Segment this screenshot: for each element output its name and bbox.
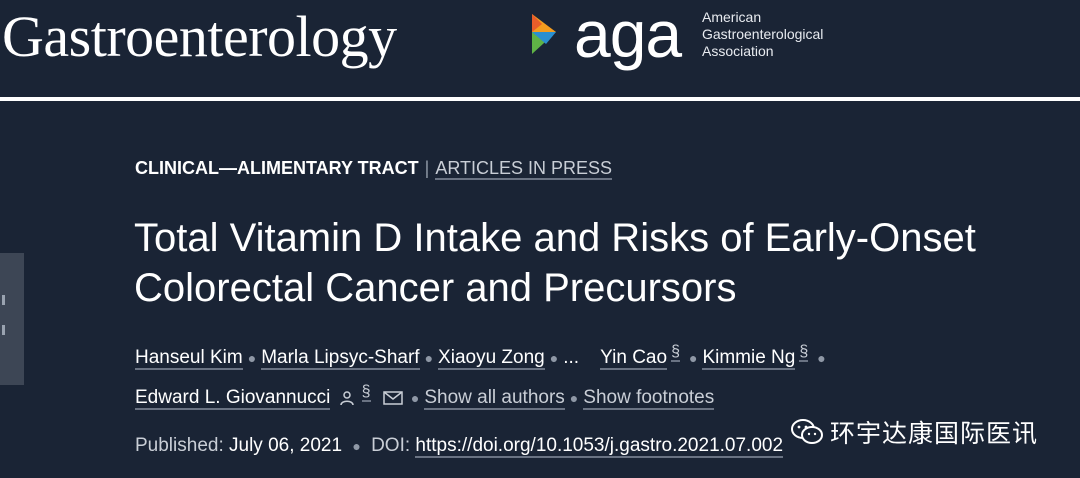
title-line: Total Vitamin D Intake and Risks of Earl… [134, 216, 976, 260]
footnote-marker[interactable]: § [361, 382, 371, 402]
journal-header: Gastroenterology aga American Gastroente… [0, 0, 1080, 97]
category-separator: | [424, 158, 430, 178]
title-line: Colorectal Cancer and Precursors [134, 266, 737, 310]
author-link[interactable]: Marla Lipsyc-Sharf [261, 347, 420, 370]
authors-ellipsis: ... [563, 347, 580, 368]
author-link[interactable]: Kimmie Ng [702, 347, 796, 370]
aga-name-line: Association [702, 43, 774, 59]
aga-wordmark[interactable]: aga [574, 0, 682, 74]
article-title: Total Vitamin D Intake and Risks of Earl… [134, 213, 1074, 313]
separator-dot: ● [410, 390, 420, 406]
show-footnotes-link[interactable]: Show footnotes [583, 387, 715, 410]
author-link[interactable]: Yin Cao [600, 347, 668, 370]
aga-name-line: Gastroenterological [702, 26, 824, 42]
separator-dot: ● [352, 438, 361, 454]
articles-in-press-link[interactable]: ARTICLES IN PRESS [435, 158, 613, 180]
published-label: Published: [135, 435, 224, 456]
show-all-authors-link[interactable]: Show all authors [424, 387, 565, 410]
email-icon[interactable] [383, 391, 403, 405]
aga-full-name: American Gastroenterological Association [702, 9, 823, 60]
article-category: CLINICAL—ALIMENTARY TRACT | ARTICLES IN PR… [135, 158, 613, 180]
side-tab-mark [2, 325, 5, 335]
separator-dot: ● [247, 350, 257, 366]
side-tab-mark [2, 295, 5, 305]
published-date: July 06, 2021 [229, 435, 343, 456]
footnote-marker[interactable]: § [799, 342, 809, 362]
author-list: Hanseul Kim ● Marla Lipsyc-Sharf ● Xiaoyu Zo… [135, 338, 1035, 418]
separator-dot: ● [569, 390, 579, 406]
side-panel-tab[interactable] [0, 253, 24, 385]
doi-link[interactable]: https://doi.org/10.1053/j.gastro.2021.07… [415, 435, 784, 458]
separator-dot: ● [424, 350, 434, 366]
watermark: 环宇达康国际医讯 [790, 412, 1038, 452]
publication-info: Published: July 06, 2021 ● DOI: https://… [135, 434, 784, 458]
person-icon[interactable] [339, 390, 355, 406]
author-link[interactable]: Edward L. Giovannucci [135, 387, 331, 410]
author-link[interactable]: Hanseul Kim [135, 347, 243, 370]
watermark-text: 环宇达康国际医讯 [830, 420, 1039, 448]
journal-title[interactable]: Gastroenterology [2, 2, 397, 72]
aga-name-line: American [702, 9, 762, 25]
separator-dot: ● [549, 350, 559, 366]
category-label: CLINICAL—ALIMENTARY TRACT [135, 158, 419, 178]
doi-label: DOI: [371, 435, 411, 456]
header-divider [0, 97, 1080, 101]
author-link[interactable]: Xiaoyu Zong [438, 347, 545, 370]
wechat-icon [791, 419, 823, 444]
separator-dot: ● [688, 350, 698, 366]
footnote-marker[interactable]: § [671, 342, 680, 362]
separator-dot: ● [817, 350, 826, 366]
aga-logo-icon[interactable] [528, 12, 576, 56]
